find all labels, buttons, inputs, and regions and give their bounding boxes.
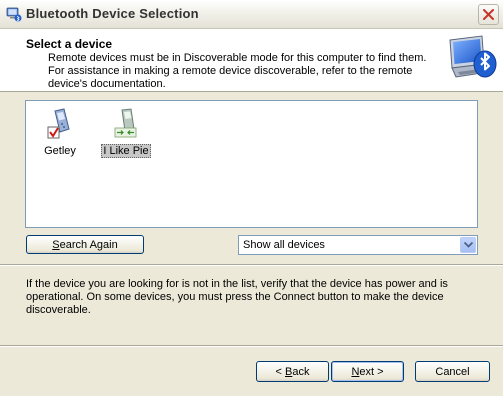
divider (0, 264, 503, 266)
phone-connecting-icon (114, 108, 137, 138)
device-label: I Like Pie (101, 144, 151, 158)
phone-checked-icon (47, 108, 70, 139)
close-button[interactable] (478, 4, 499, 25)
device-item-i-like-pie[interactable]: I Like Pie (96, 105, 156, 165)
device-label: Getley (44, 145, 76, 157)
back-button[interactable]: < Back (256, 361, 329, 382)
bluetooth-device-selection-window: Bluetooth Device Selection Select a devi… (0, 0, 503, 396)
chevron-down-icon (464, 242, 473, 248)
next-label: ext > (359, 365, 384, 378)
bluetooth-computer-icon (449, 35, 497, 78)
device-filter-dropdown[interactable]: Show all devices (238, 235, 478, 255)
device-list[interactable]: Getley I Like Pie (25, 100, 478, 228)
cancel-button[interactable]: Cancel (415, 361, 490, 382)
device-item-getley[interactable]: Getley (30, 105, 90, 165)
dropdown-button[interactable] (460, 237, 476, 253)
back-prefix: < (275, 365, 285, 378)
wizard-header: Select a device Remote devices must be i… (0, 29, 503, 92)
search-again-button[interactable]: Search Again (26, 235, 144, 254)
device-filter-value: Show all devices (243, 239, 325, 251)
search-again-label: earch Again (59, 238, 118, 251)
search-again-mnemonic: S (52, 238, 60, 251)
divider (0, 345, 503, 347)
close-icon (483, 9, 494, 20)
next-button[interactable]: Next > (331, 361, 404, 382)
title-bar[interactable]: Bluetooth Device Selection (0, 0, 503, 29)
page-title: Select a device (26, 37, 113, 51)
bluetooth-wizard-icon (6, 7, 22, 22)
back-label: ack (292, 365, 310, 378)
window-title: Bluetooth Device Selection (26, 6, 199, 21)
help-text: If the device you are looking for is not… (26, 278, 448, 316)
page-description: Remote devices must be in Discoverable m… (48, 52, 427, 90)
